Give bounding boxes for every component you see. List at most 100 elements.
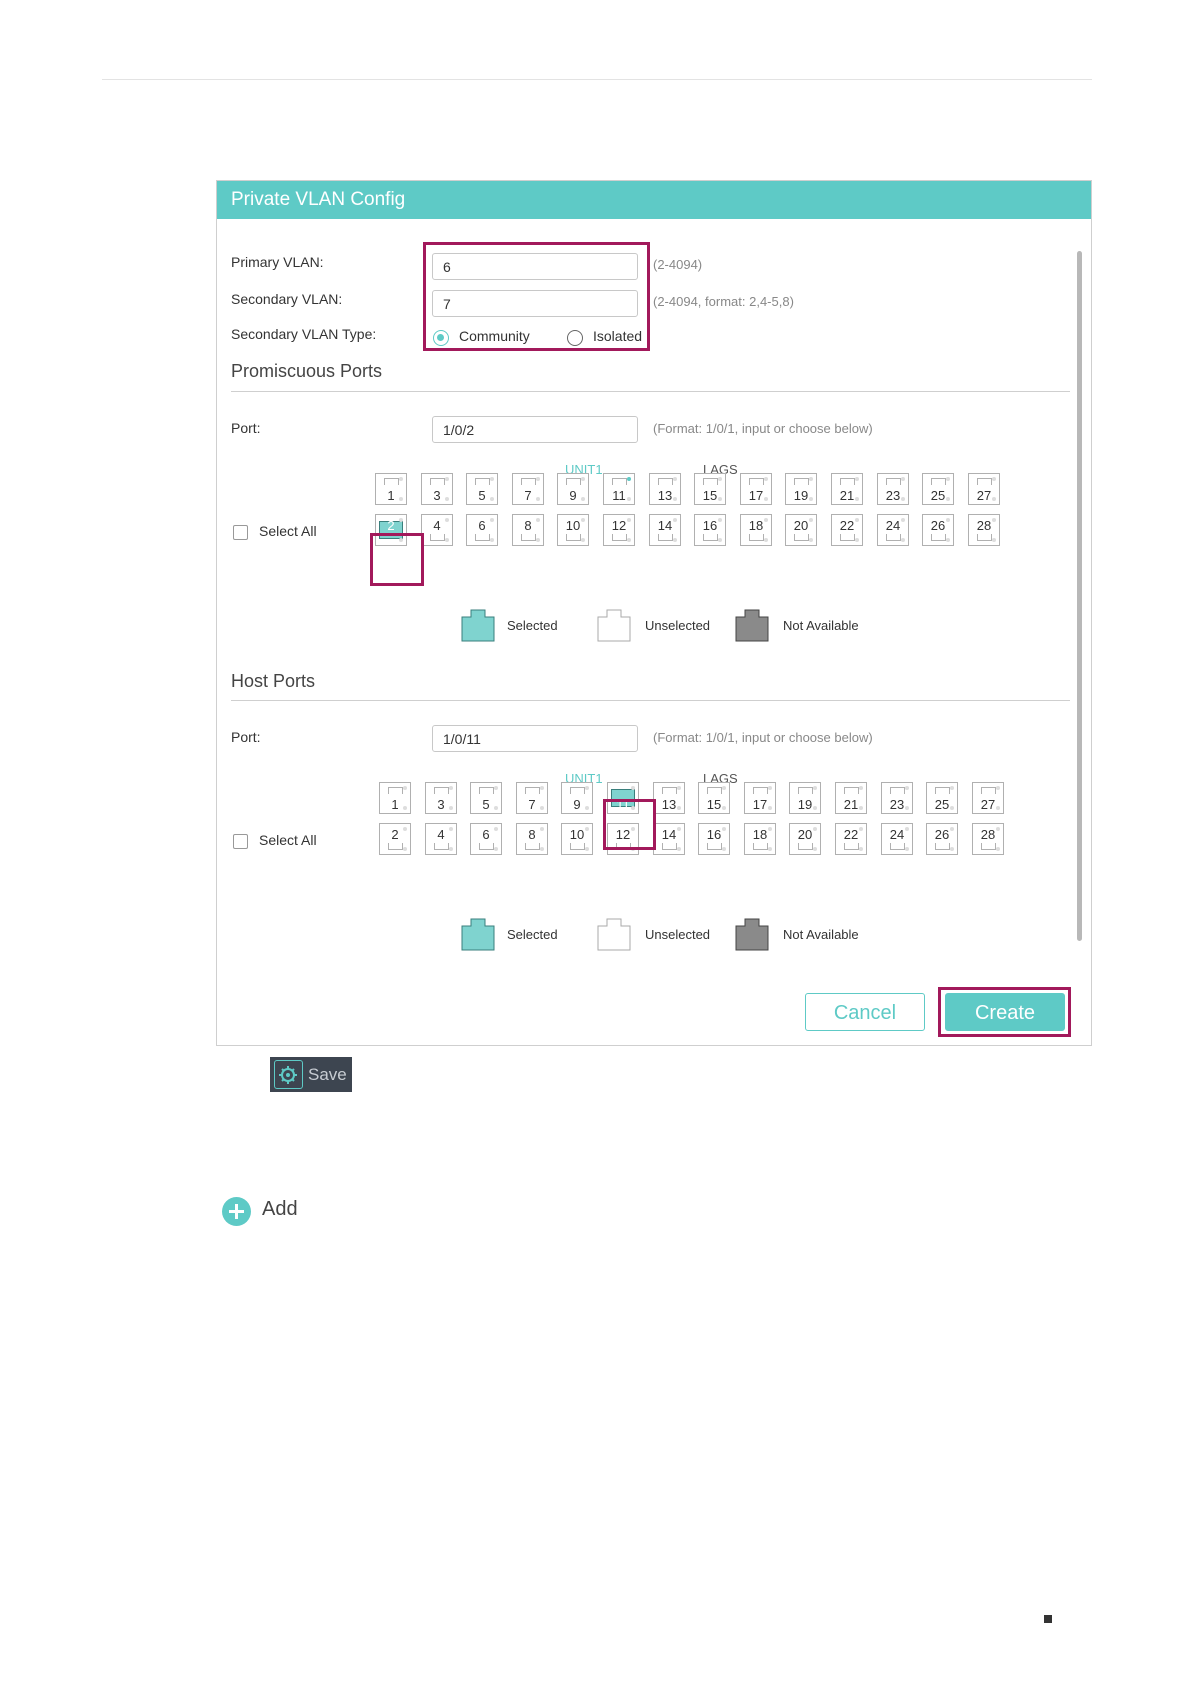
host-port-17[interactable]: 17 [744, 782, 776, 814]
promiscuous-port-9[interactable]: 9 [557, 473, 589, 505]
promiscuous-select-all-checkbox[interactable] [233, 525, 248, 540]
host-port-8[interactable]: 8 [516, 823, 548, 855]
promiscuous-port-20[interactable]: 20 [785, 514, 817, 546]
host-port-11[interactable]: 11 [607, 782, 639, 814]
promiscuous-port-2[interactable]: 2 [375, 514, 407, 546]
promiscuous-port-1[interactable]: 1 [375, 473, 407, 505]
promiscuous-port-4[interactable]: 4 [421, 514, 453, 546]
port-notch [798, 843, 813, 850]
port-notch [570, 843, 585, 850]
promiscuous-port-16[interactable]: 16 [694, 514, 726, 546]
legend-selected-label: Selected [507, 927, 558, 942]
community-radio[interactable] [433, 330, 449, 346]
host-port-5[interactable]: 5 [470, 782, 502, 814]
promiscuous-port-19[interactable]: 19 [785, 473, 817, 505]
host-port-input[interactable] [432, 725, 638, 752]
promiscuous-port-23[interactable]: 23 [877, 473, 909, 505]
secondary-vlan-input[interactable] [432, 290, 638, 317]
promiscuous-port-7[interactable]: 7 [512, 473, 544, 505]
port-notch [388, 843, 403, 850]
cancel-button[interactable]: Cancel [805, 993, 925, 1031]
create-button[interactable]: Create [945, 993, 1065, 1031]
port-number: 19 [793, 488, 809, 503]
host-port-15[interactable]: 15 [698, 782, 730, 814]
primary-vlan-label: Primary VLAN: [231, 254, 324, 270]
promiscuous-port-25[interactable]: 25 [922, 473, 954, 505]
host-port-24[interactable]: 24 [881, 823, 913, 855]
port-led-icon [540, 786, 544, 790]
port-led-icon [950, 847, 954, 851]
promiscuous-port-6[interactable]: 6 [466, 514, 498, 546]
host-port-16[interactable]: 16 [698, 823, 730, 855]
port-number: 27 [980, 797, 996, 812]
port-led-icon [996, 847, 1000, 851]
promiscuous-port-27[interactable]: 27 [968, 473, 1000, 505]
port-notch [479, 787, 494, 794]
promiscuous-port-24[interactable]: 24 [877, 514, 909, 546]
port-led-icon [996, 786, 1000, 790]
promiscuous-port-26[interactable]: 26 [922, 514, 954, 546]
host-port-28[interactable]: 28 [972, 823, 1004, 855]
host-port-21[interactable]: 21 [835, 782, 867, 814]
host-port-13[interactable]: 13 [653, 782, 685, 814]
promiscuous-port-13[interactable]: 13 [649, 473, 681, 505]
host-port-9[interactable]: 9 [561, 782, 593, 814]
promiscuous-port-14[interactable]: 14 [649, 514, 681, 546]
save-button[interactable]: Save [270, 1057, 352, 1092]
host-port-2[interactable]: 2 [379, 823, 411, 855]
port-number: 26 [930, 518, 946, 533]
port-led-icon [585, 847, 589, 851]
promiscuous-port-input[interactable] [432, 416, 638, 443]
port-led-icon [631, 786, 635, 790]
host-port-27[interactable]: 27 [972, 782, 1004, 814]
host-port-1[interactable]: 1 [379, 782, 411, 814]
primary-vlan-input[interactable] [432, 253, 638, 280]
promiscuous-port-10[interactable]: 10 [557, 514, 589, 546]
port-number: 23 [889, 797, 905, 812]
host-port-18[interactable]: 18 [744, 823, 776, 855]
host-port-7[interactable]: 7 [516, 782, 548, 814]
promiscuous-port-22[interactable]: 22 [831, 514, 863, 546]
port-led-icon [718, 538, 722, 542]
legend-unselected-icon [597, 918, 631, 951]
promiscuous-port-11[interactable]: 11 [603, 473, 635, 505]
host-port-10[interactable]: 10 [561, 823, 593, 855]
port-led-icon [494, 786, 498, 790]
host-port-6[interactable]: 6 [470, 823, 502, 855]
promiscuous-port-hint: (Format: 1/0/1, input or choose below) [653, 421, 873, 436]
port-number: 2 [391, 827, 399, 842]
legend-selected-label: Selected [507, 618, 558, 633]
promiscuous-port-3[interactable]: 3 [421, 473, 453, 505]
port-notch [749, 534, 764, 541]
host-port-14[interactable]: 14 [653, 823, 685, 855]
promiscuous-port-8[interactable]: 8 [512, 514, 544, 546]
host-port-19[interactable]: 19 [789, 782, 821, 814]
host-port-4[interactable]: 4 [425, 823, 457, 855]
promiscuous-port-5[interactable]: 5 [466, 473, 498, 505]
isolated-radio[interactable] [567, 330, 583, 346]
host-select-all-checkbox[interactable] [233, 834, 248, 849]
host-port-22[interactable]: 22 [835, 823, 867, 855]
port-notch [703, 478, 718, 485]
port-led-icon [946, 477, 950, 481]
panel-scrollbar[interactable] [1077, 251, 1082, 941]
host-port-20[interactable]: 20 [789, 823, 821, 855]
port-notch [384, 478, 399, 485]
port-number: 27 [976, 488, 992, 503]
promiscuous-port-18[interactable]: 18 [740, 514, 772, 546]
host-port-25[interactable]: 25 [926, 782, 958, 814]
port-led-icon [946, 538, 950, 542]
promiscuous-port-21[interactable]: 21 [831, 473, 863, 505]
host-port-26[interactable]: 26 [926, 823, 958, 855]
promiscuous-port-28[interactable]: 28 [968, 514, 1000, 546]
promiscuous-port-12[interactable]: 12 [603, 514, 635, 546]
port-notch [430, 478, 445, 485]
host-port-23[interactable]: 23 [881, 782, 913, 814]
port-number: 16 [702, 518, 718, 533]
promiscuous-port-17[interactable]: 17 [740, 473, 772, 505]
port-notch [844, 787, 859, 794]
port-number: 7 [528, 797, 536, 812]
host-port-3[interactable]: 3 [425, 782, 457, 814]
host-port-12[interactable]: 12 [607, 823, 639, 855]
promiscuous-port-15[interactable]: 15 [694, 473, 726, 505]
